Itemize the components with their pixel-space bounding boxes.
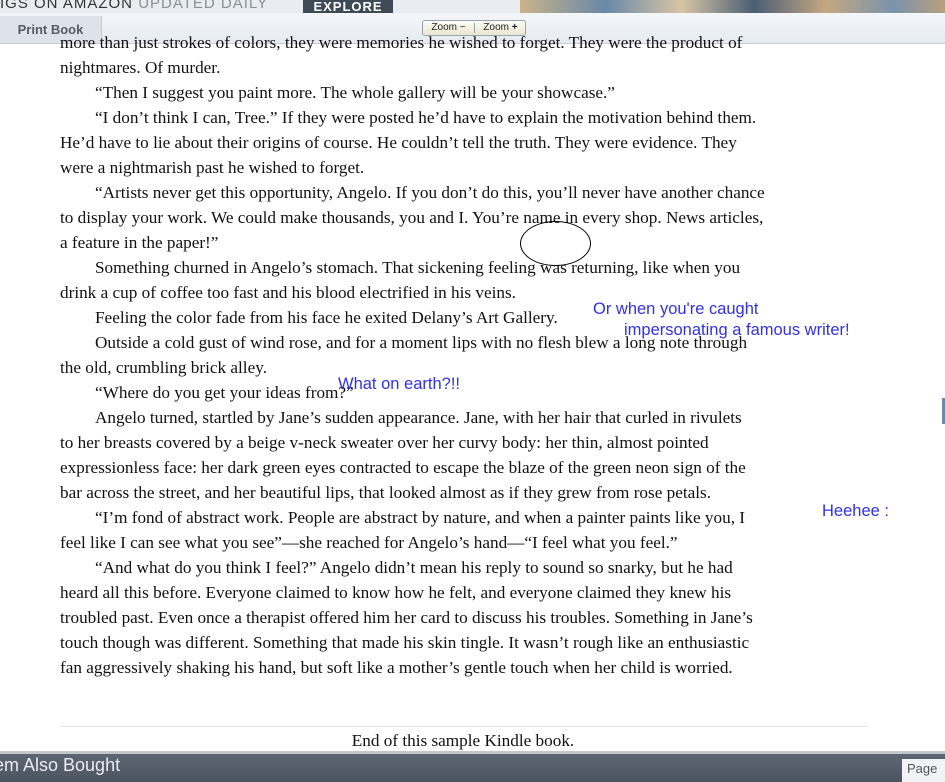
- text-line: “Artists never get this opportunity, Ang…: [95, 183, 765, 202]
- annotation-note: impersonating a famous writer!: [624, 321, 850, 339]
- text-line: “And what do you think I feel?” Angelo d…: [95, 558, 733, 577]
- end-of-sample-text: End of this sample Kindle book.: [351, 731, 575, 750]
- text-line: “I don’t think I can, Tree.” If they wer…: [95, 108, 757, 127]
- text-line: Something churned in Angelo’s stomach. T…: [95, 258, 741, 277]
- text-line: “I’m fond of abstract work. People are a…: [95, 508, 746, 527]
- text-line: “Then I suggest you paint more. The whol…: [95, 83, 615, 102]
- text-line: to display your work. We could make thou…: [60, 208, 764, 227]
- text-line: troubled past. Even once a therapist off…: [60, 608, 753, 627]
- text-line: “Where do you get your ideas from?”: [95, 383, 354, 402]
- text-line: heard all this before. Everyone claimed …: [60, 583, 732, 602]
- text-line: the old, crumbling brick alley.: [60, 358, 267, 377]
- banner-text: IGS ON AMAZON UPDATED DAILY: [0, 0, 269, 12]
- section-title: em Also Bought: [0, 755, 121, 775]
- text-line: nightmares. Of murder.: [60, 58, 221, 77]
- text-line: more than just strokes of colors, they w…: [60, 33, 743, 52]
- text-line: fan aggressively shaking his hand, but s…: [60, 658, 733, 677]
- text-line: were a nightmarish past he wished to for…: [60, 158, 365, 177]
- text-line: touch though was different. Something th…: [60, 633, 750, 652]
- text-line: to her breasts covered by a beige v-neck…: [60, 433, 709, 452]
- text-line: a feature in the paper!”: [60, 233, 219, 252]
- text-line: feel like I can see what you see”—she re…: [60, 533, 678, 552]
- also-bought-bar: em Also Bought Page: [0, 751, 945, 782]
- explore-button[interactable]: EXPLORE: [303, 0, 393, 13]
- book-page-text: more than just strokes of colors, they w…: [60, 30, 880, 680]
- text-line: bar across the street, and her beautiful…: [60, 483, 712, 502]
- text-line: He’d have to lie about their origins of …: [60, 133, 737, 152]
- divider: [60, 726, 868, 727]
- page-indicator: Page: [902, 759, 945, 782]
- annotation-circle: [520, 221, 591, 266]
- annotation-note: What on earth?!!: [338, 375, 460, 393]
- annotation-note: Or when you're caught: [593, 300, 759, 318]
- amazon-banner[interactable]: IGS ON AMAZON UPDATED DAILY EXPLORE: [0, 0, 945, 13]
- banner-image: [520, 0, 945, 13]
- annotation-note: Heehee :: [822, 502, 889, 520]
- text-line: Angelo turned, startled by Jane’s sudden…: [95, 408, 742, 427]
- text-line: expressionless face: her dark green eyes…: [60, 458, 746, 477]
